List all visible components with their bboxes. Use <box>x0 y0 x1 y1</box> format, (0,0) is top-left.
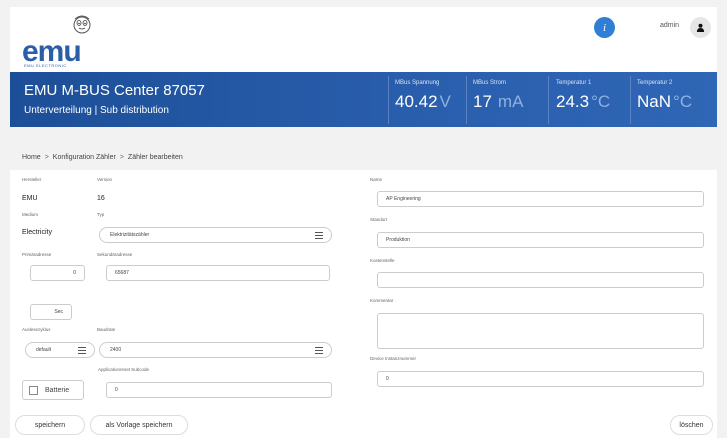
meter-label: MBus Spannung <box>395 80 440 86</box>
batterie-checkbox[interactable] <box>29 385 38 395</box>
baudrate-label: Baudrate <box>97 327 116 332</box>
meter-value: NaN °C <box>637 92 693 111</box>
meter-label: MBus Strom <box>473 80 507 86</box>
meter-value: 40.42 V <box>395 92 451 111</box>
auslesezyklus-select-value: default <box>36 347 52 353</box>
meter-mbus-voltage: MBus Spannung 40.42 V <box>395 80 451 120</box>
standort-input[interactable]: Produktion <box>377 232 704 248</box>
kostenstelle-label: Kostenstelle <box>370 258 395 263</box>
top-header: emu EMU ELECTRONIC i admin <box>10 7 717 72</box>
sekundaeradresse-label: Sekundäradresse <box>97 252 133 257</box>
emu-logo[interactable]: emu EMU ELECTRONIC <box>22 13 112 68</box>
breadcrumb-home[interactable]: Home <box>22 154 41 161</box>
divider <box>388 76 389 124</box>
divider <box>548 76 549 124</box>
kostenstelle-input[interactable] <box>377 272 704 288</box>
medium-value: Electricity <box>22 229 52 236</box>
breadcrumb: Home > Konfiguration Zähler > Zähler bea… <box>22 154 183 161</box>
typ-label: Typ <box>97 212 105 217</box>
meter-label: Temperatur 1 <box>556 80 592 86</box>
sec-input[interactable]: Sec <box>30 304 72 320</box>
baudrate-select-value: 2400 <box>110 347 122 353</box>
hersteller-label: Hersteller <box>22 177 42 182</box>
hersteller-value: EMU <box>22 195 38 202</box>
version-label: Version <box>97 177 113 182</box>
menu-icon <box>315 232 323 239</box>
breadcrumb-config[interactable]: Konfiguration Zähler <box>53 154 116 161</box>
info-button[interactable]: i <box>594 17 615 38</box>
meter-value: 17 mA <box>473 92 524 111</box>
user-icon <box>696 23 705 32</box>
medium-label: Medium <box>22 212 39 217</box>
standort-label: Standort <box>370 217 388 222</box>
logo-subtitle: EMU ELECTRONIC <box>24 63 67 68</box>
divider <box>466 76 467 124</box>
device-instanznummer-input[interactable]: 0 <box>377 371 704 387</box>
appreset-input[interactable]: 0 <box>106 382 332 398</box>
auslesezyklus-select[interactable]: default <box>25 342 95 358</box>
meter-mbus-current: MBus Strom 17 mA <box>473 80 523 120</box>
device-subtitle: Unterverteilung | Sub distribution <box>24 105 169 116</box>
primaeradresse-label: Primäradresse <box>22 252 52 257</box>
typ-select[interactable]: Elektrizitätszähler <box>99 227 332 243</box>
menu-icon <box>78 347 86 354</box>
meter-label: Temperatur 2 <box>637 80 673 86</box>
batterie-toggle[interactable]: Batterie <box>22 380 84 400</box>
menu-icon <box>315 347 323 354</box>
device-instanznummer-label: Device Instanznummer <box>370 356 417 361</box>
device-title: EMU M-BUS Center 87057 <box>24 82 205 99</box>
meter-edit-panel: Hersteller EMU Version 16 Medium Electri… <box>10 170 717 438</box>
divider <box>630 76 631 124</box>
meter-temperature-1: Temperatur 1 24.3 °C <box>556 80 610 120</box>
batterie-label: Batterie <box>45 386 70 394</box>
name-label: Name <box>370 177 383 182</box>
breadcrumb-separator: > <box>119 154 124 161</box>
device-banner: EMU M-BUS Center 87057 Unterverteilung |… <box>10 72 717 127</box>
version-value: 16 <box>97 195 105 202</box>
kommentar-textarea[interactable] <box>377 313 704 349</box>
save-button[interactable]: speichern <box>15 415 85 435</box>
sekundaeradresse-input[interactable]: 65687 <box>106 265 330 281</box>
meter-temperature-2: Temperatur 2 NaN °C <box>637 80 692 120</box>
delete-button[interactable]: löschen <box>670 415 713 435</box>
kommentar-label: Kommentar <box>370 298 394 303</box>
name-input[interactable]: AP Engineering <box>377 191 704 207</box>
breadcrumb-edit: Zähler bearbeiten <box>127 154 183 161</box>
typ-select-value: Elektrizitätszähler <box>110 232 150 238</box>
baudrate-select[interactable]: 2400 <box>99 342 332 358</box>
auslesezyklus-label: Auslesezyklus <box>22 327 51 332</box>
user-button[interactable] <box>690 17 711 38</box>
save-as-template-button[interactable]: als Vorlage speichern <box>90 415 188 435</box>
meter-value: 24.3 °C <box>556 92 611 111</box>
info-icon: i <box>602 21 607 34</box>
breadcrumb-separator: > <box>44 154 49 161</box>
appreset-label: Applicationreset Subcode <box>98 367 150 372</box>
primaeradresse-input[interactable]: 0 <box>30 265 85 281</box>
mascot-icon <box>73 15 91 34</box>
user-name[interactable]: admin <box>660 22 679 29</box>
